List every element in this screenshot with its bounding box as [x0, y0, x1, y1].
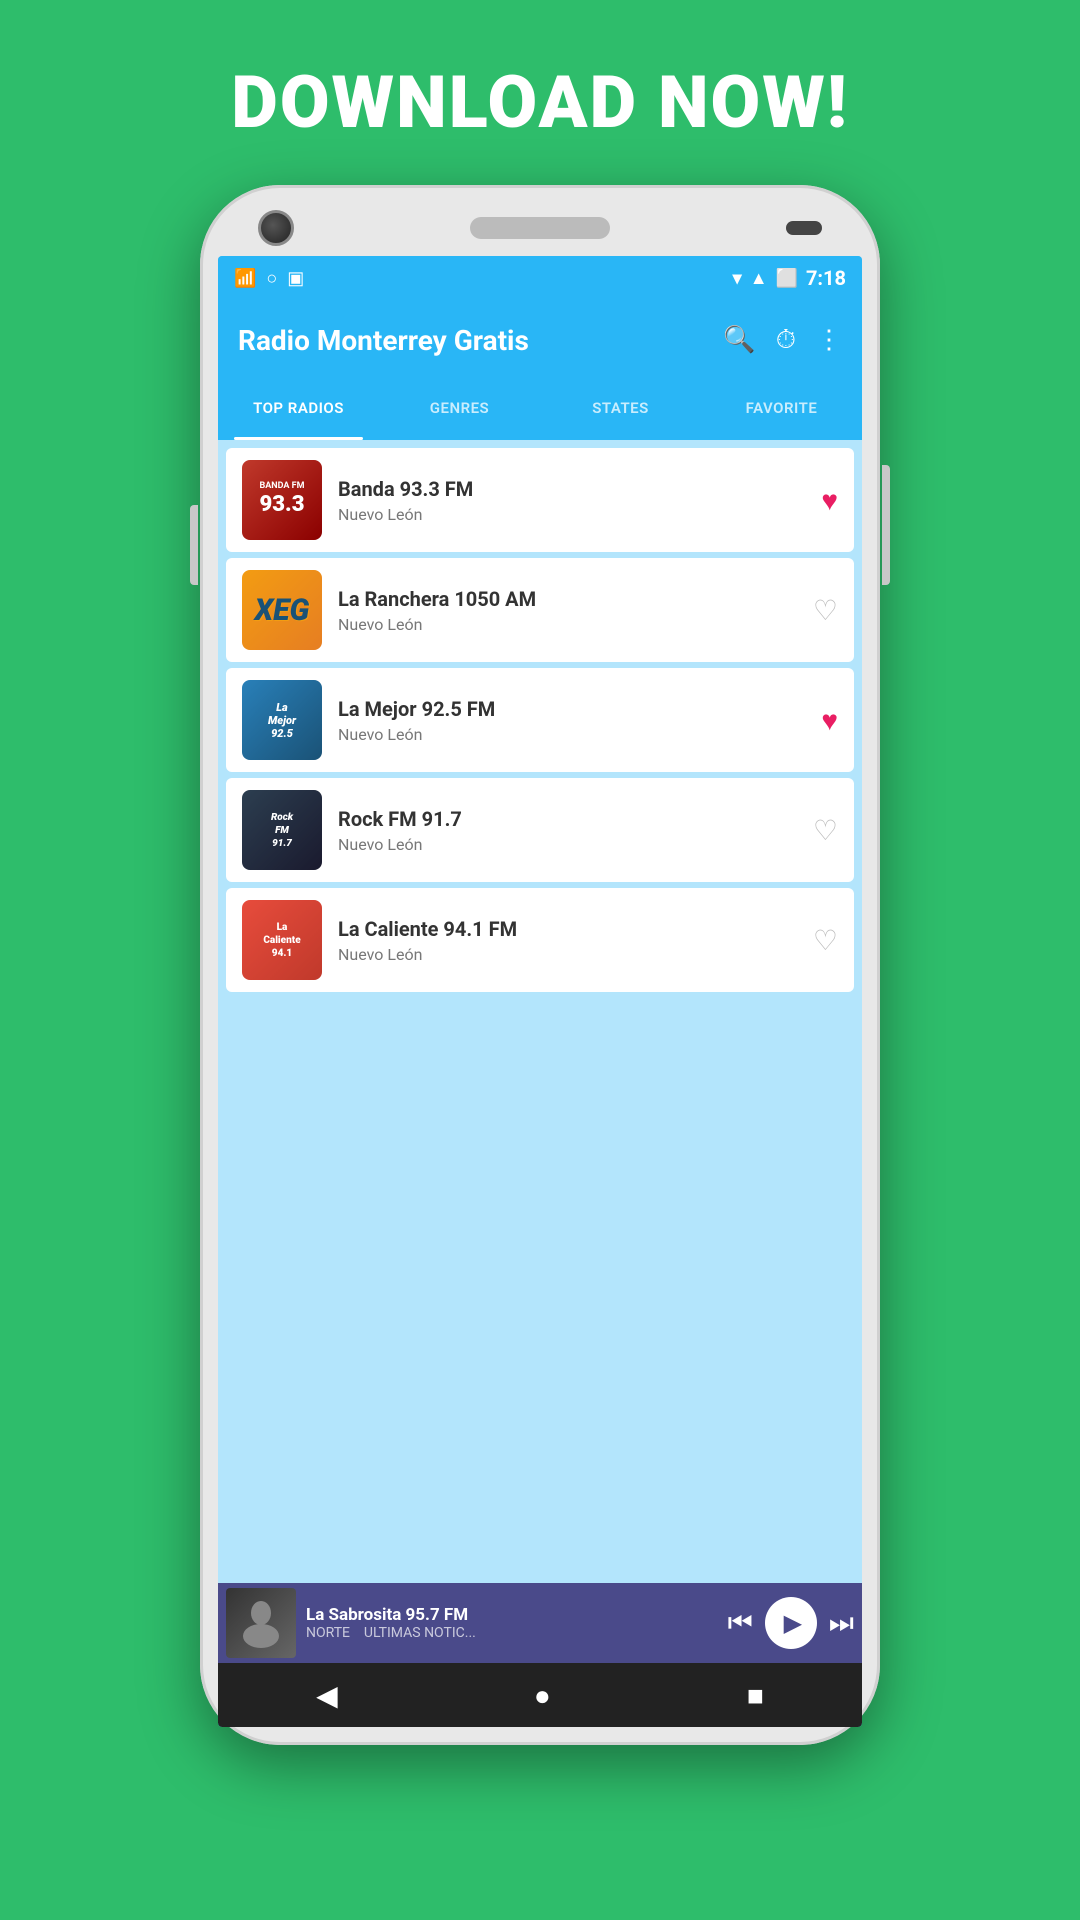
radio-signal-icon: 📶 — [234, 268, 256, 289]
circle-icon: ○ — [266, 268, 277, 289]
app-bar: Radio Monterrey Gratis 🔍 ⏱ ⋮ — [218, 300, 862, 380]
search-button[interactable]: 🔍 — [723, 325, 755, 355]
now-playing-bar: La Sabrosita 95.7 FM NORTE ULTIMAS NOTIC… — [218, 1583, 862, 1663]
prev-button[interactable]: ⏮ — [728, 1606, 753, 1640]
signal-icon: ▲ — [750, 268, 768, 289]
recents-nav-button[interactable]: ■ — [747, 1679, 764, 1712]
radio-item[interactable]: LaMejor92.5 La Mejor 92.5 FM Nuevo León … — [226, 668, 854, 772]
status-left: 📶 ○ ▣ — [234, 268, 304, 289]
radio-item[interactable]: XEG La Ranchera 1050 AM Nuevo León ♡ — [226, 558, 854, 662]
radio-name: Banda 93.3 FM — [338, 477, 805, 501]
play-icon: ▶ — [784, 1609, 802, 1637]
radio-logo-caliente: LaCaliente94.1 — [242, 900, 322, 980]
tab-bar: TOP RADIOS GENRES STATES FAVORITE — [218, 380, 862, 440]
play-button[interactable]: ▶ — [765, 1597, 817, 1649]
now-playing-subtitle: NORTE ULTIMAS NOTIC... — [306, 1625, 718, 1641]
radio-name: La Mejor 92.5 FM — [338, 697, 805, 721]
home-nav-button[interactable]: ● — [534, 1679, 551, 1712]
front-camera — [258, 210, 294, 246]
next-button[interactable]: ⏭ — [829, 1606, 854, 1640]
sim-icon: ▣ — [287, 268, 304, 289]
battery-icon: ⬜ — [776, 268, 798, 289]
radio-logo-banda: BANDA FM 93.3 — [242, 460, 322, 540]
favorite-button[interactable]: ♥ — [821, 484, 838, 517]
front-sensor — [786, 221, 822, 235]
phone-screen: 📶 ○ ▣ ▾ ▲ ⬜ 7:18 Radio Monterrey Gratis … — [218, 256, 862, 1727]
favorite-button[interactable]: ♡ — [813, 924, 838, 957]
wifi-icon: ▾ — [733, 268, 742, 289]
status-right: ▾ ▲ ⬜ 7:18 — [733, 266, 846, 290]
more-options-button[interactable]: ⋮ — [816, 325, 842, 355]
status-bar: 📶 ○ ▣ ▾ ▲ ⬜ 7:18 — [218, 256, 862, 300]
radio-name: Rock FM 91.7 — [338, 807, 797, 831]
app-title: Radio Monterrey Gratis — [238, 324, 723, 357]
phone-shell: 📶 ○ ▣ ▾ ▲ ⬜ 7:18 Radio Monterrey Gratis … — [200, 185, 880, 1745]
radio-info: Rock FM 91.7 Nuevo León — [322, 807, 813, 854]
timer-button[interactable]: ⏱ — [776, 325, 796, 356]
radio-logo-rock: RockFM91.7 — [242, 790, 322, 870]
player-controls: ⏮ ▶ ⏭ — [728, 1597, 854, 1649]
radio-item[interactable]: LaCaliente94.1 La Caliente 94.1 FM Nuevo… — [226, 888, 854, 992]
radio-info: La Mejor 92.5 FM Nuevo León — [322, 697, 821, 744]
radio-location: Nuevo León — [338, 615, 797, 634]
favorite-button[interactable]: ♡ — [813, 814, 838, 847]
tab-favorite[interactable]: FAVORITE — [701, 380, 862, 440]
tab-top-radios[interactable]: TOP RADIOS — [218, 380, 379, 440]
radio-location: Nuevo León — [338, 505, 805, 524]
radio-item[interactable]: BANDA FM 93.3 Banda 93.3 FM Nuevo León ♥ — [226, 448, 854, 552]
radio-name: La Ranchera 1050 AM — [338, 587, 797, 611]
radio-logo-mejor: LaMejor92.5 — [242, 680, 322, 760]
radio-item[interactable]: RockFM91.7 Rock FM 91.7 Nuevo León ♡ — [226, 778, 854, 882]
radio-location: Nuevo León — [338, 835, 797, 854]
phone-top-area — [218, 185, 862, 256]
favorite-button[interactable]: ♡ — [813, 594, 838, 627]
earpiece-speaker — [470, 217, 610, 239]
radio-location: Nuevo León — [338, 725, 805, 744]
radio-info: Banda 93.3 FM Nuevo León — [322, 477, 821, 524]
now-playing-info: La Sabrosita 95.7 FM NORTE ULTIMAS NOTIC… — [296, 1605, 728, 1641]
radio-info: La Ranchera 1050 AM Nuevo León — [322, 587, 813, 634]
tab-states[interactable]: STATES — [540, 380, 701, 440]
now-playing-title: La Sabrosita 95.7 FM — [306, 1605, 718, 1625]
radio-list: BANDA FM 93.3 Banda 93.3 FM Nuevo León ♥… — [218, 440, 862, 1583]
back-nav-button[interactable]: ◀ — [316, 1679, 338, 1712]
radio-info: La Caliente 94.1 FM Nuevo León — [322, 917, 813, 964]
radio-logo-xeg: XEG — [242, 570, 322, 650]
radio-name: La Caliente 94.1 FM — [338, 917, 797, 941]
nav-bar: ◀ ● ■ — [218, 1663, 862, 1727]
download-headline: DOWNLOAD NOW! — [231, 60, 848, 145]
favorite-button[interactable]: ♥ — [821, 704, 838, 737]
status-time: 7:18 — [806, 266, 846, 290]
tab-genres[interactable]: GENRES — [379, 380, 540, 440]
now-playing-artwork — [226, 1588, 296, 1658]
app-bar-icons: 🔍 ⏱ ⋮ — [723, 325, 842, 356]
radio-location: Nuevo León — [338, 945, 797, 964]
